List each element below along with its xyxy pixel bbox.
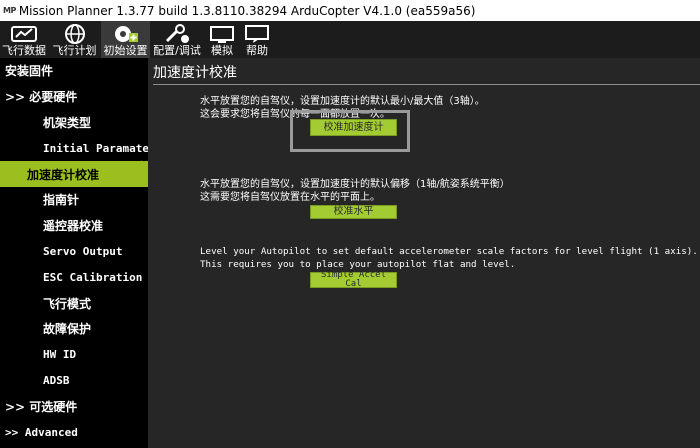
window-titlebar: MP Mission Planner 1.3.77 build 1.3.8110… [0, 0, 700, 21]
toolbar-initial-setup-button[interactable]: 初始设置 [101, 21, 150, 58]
sidebar-item-label: >> Advanced [5, 425, 78, 439]
initial-setup-icon [112, 23, 140, 45]
sidebar-item-failsafe[interactable]: 故障保护 [0, 316, 148, 342]
help-icon [244, 23, 270, 45]
toolbar-label: 配置/调试 [153, 44, 201, 57]
accel-calibration-panel: 加速度计校准 水平放置您的自驾仪，设置加速度计的默认最小/最大值（3轴）。 这会… [148, 58, 700, 448]
button-label-line2: Cal [345, 279, 362, 289]
sidebar-item-esc-calibration[interactable]: ESC Calibration [0, 264, 148, 290]
sidebar-item-servo-output[interactable]: Servo Output [0, 239, 148, 265]
toolbar-flight-plan-button[interactable]: 飞行计划 [48, 21, 101, 58]
sidebar-item-hw-id[interactable]: HW ID [0, 342, 148, 368]
sidebar-item-label: Servo Output [43, 244, 123, 258]
window-title: Mission Planner 1.3.77 build 1.3.8110.38… [18, 3, 476, 18]
toolbar-simulation-button[interactable]: 模拟 [204, 21, 240, 58]
config-tuning-icon [163, 23, 191, 45]
sidebar-item-radio-calibration[interactable]: 遥控器校准 [0, 213, 148, 239]
sidebar-item-initial-parameters[interactable]: Initial Paramate [0, 135, 148, 161]
toolbar-label: 模拟 [211, 44, 233, 57]
flight-data-icon [9, 23, 39, 45]
toolbar-flight-data-button[interactable]: 飞行数据 [0, 21, 48, 58]
sidebar-item-compass[interactable]: 指南针 [0, 187, 148, 213]
toolbar-config-tuning-button[interactable]: 配置/调试 [150, 21, 204, 58]
section3-description-line1: Level your Autopilot to set default acce… [200, 246, 698, 257]
sidebar-item-adsb[interactable]: ADSB [0, 368, 148, 394]
toolbar-label: 飞行计划 [52, 44, 97, 57]
section2-description-line2: 这需要您将自驾仪放置在水平的平面上。 [200, 192, 380, 203]
toolbar-label: 帮助 [246, 44, 268, 57]
sidebar-item-label: ADSB [43, 373, 70, 387]
main-toolbar: 飞行数据 飞行计划 初始设置 配置/调试 模拟 帮助 [0, 21, 700, 58]
app-logo-icon: MP [3, 6, 16, 15]
section1-description-line1: 水平放置您的自驾仪，设置加速度计的默认最小/最大值（3轴）。 [200, 96, 485, 107]
toolbar-label: 初始设置 [103, 44, 148, 57]
sidebar-group-mandatory-hardware[interactable]: >> 必要硬件 [0, 84, 148, 110]
sidebar-item-accel-calibration[interactable]: 加速度计校准 [0, 161, 148, 187]
simulation-icon [209, 23, 235, 45]
section2-description-line1: 水平放置您的自驾仪，设置加速度计的默认偏移（1轴/航姿系统平衡） [200, 179, 510, 190]
sidebar-item-label: HW ID [43, 348, 77, 362]
page-title: 加速度计校准 [153, 65, 237, 81]
flight-plan-globe-icon [63, 23, 87, 45]
sidebar-group-optional-hardware[interactable]: >> 可选硬件 [0, 393, 148, 419]
sidebar-item-label: Initial Paramate [43, 141, 148, 155]
sidebar-item-label: ESC Calibration [43, 270, 143, 284]
toolbar-label: 飞行数据 [2, 44, 46, 57]
sidebar-item-flight-modes[interactable]: 飞行模式 [0, 290, 148, 316]
setup-sidebar: 安装固件 >> 必要硬件 机架类型 Initial Paramate 加速度计校… [0, 58, 148, 448]
selection-arrow-icon [141, 160, 148, 186]
sidebar-group-advanced[interactable]: >> Advanced [0, 419, 148, 445]
calibrate-accel-button[interactable]: 校准加速度计 [310, 119, 397, 136]
sidebar-item-install-firmware[interactable]: 安装固件 [0, 58, 148, 84]
toolbar-help-button[interactable]: 帮助 [240, 21, 274, 58]
title-divider [153, 84, 700, 85]
calibrate-level-button[interactable]: 校准水平 [310, 205, 397, 219]
simple-accel-cal-button[interactable]: Simple Accel Cal [310, 271, 397, 289]
sidebar-item-frame-type[interactable]: 机架类型 [0, 110, 148, 136]
